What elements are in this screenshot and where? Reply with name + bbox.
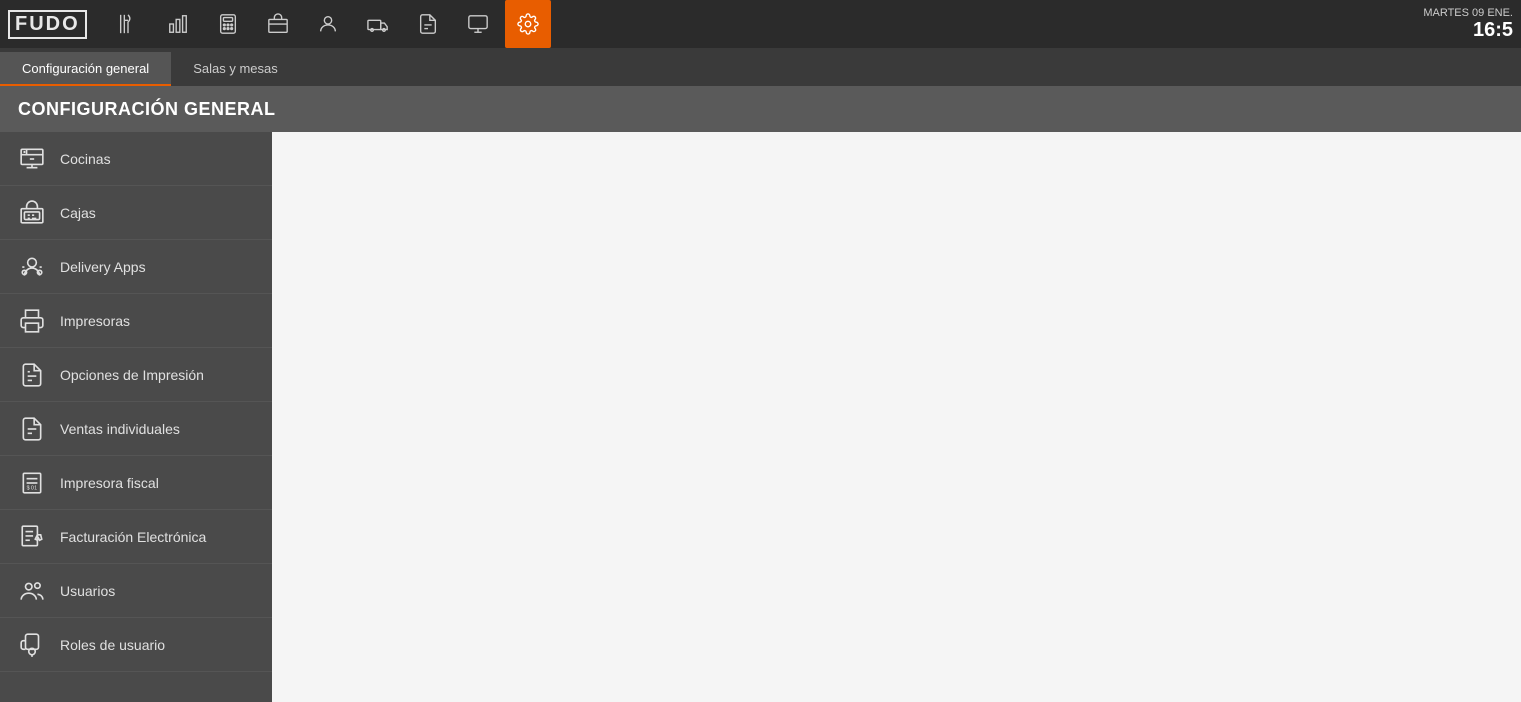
fiscal-printer-icon: $ 0 1 [18,469,46,497]
nav-products-btn[interactable] [255,0,301,48]
nav-calculator-btn[interactable] [205,0,251,48]
content-area [272,132,1521,702]
page-title: CONFIGURACIÓN GENERAL [18,99,276,120]
sidebar-item-label: Impresora fiscal [60,475,159,491]
tab-configuracion-general[interactable]: Configuración general [0,52,171,86]
sidebar-item-label: Facturación Electrónica [60,529,206,545]
clock: MARTES 09 ENE. 16:5 [1423,7,1513,41]
top-nav: FUDO [0,0,1521,48]
users-sidebar-icon [18,577,46,605]
printer-icon [18,307,46,335]
nav-monitor-btn[interactable] [455,0,501,48]
sidebar-item-label: Cocinas [60,151,111,167]
page-title-bar: CONFIGURACIÓN GENERAL [0,86,1521,132]
sidebar-item-label: Roles de usuario [60,637,165,653]
nav-icons [105,0,1424,48]
e-invoice-icon [18,523,46,551]
sidebar-item-cocinas[interactable]: Cocinas [0,132,272,186]
svg-text:1: 1 [34,485,37,491]
print-options-icon [18,361,46,389]
sidebar-item-impresora-fiscal[interactable]: $ 0 1 Impresora fiscal [0,456,272,510]
sidebar-item-label: Opciones de Impresión [60,367,204,383]
sidebar-item-cajas[interactable]: Cajas [0,186,272,240]
sidebar-item-ventas-individuales[interactable]: Ventas individuales [0,402,272,456]
roles-icon [18,631,46,659]
nav-reports-btn[interactable] [155,0,201,48]
nav-users-btn[interactable] [305,0,351,48]
nav-delivery-btn[interactable] [355,0,401,48]
sidebar-item-facturacion-electronica[interactable]: Facturación Electrónica [0,510,272,564]
sidebar-item-impresoras[interactable]: Impresoras [0,294,272,348]
sidebar: Cocinas Cajas [0,132,272,702]
sidebar-item-delivery-apps[interactable]: Delivery Apps [0,240,272,294]
sidebar-item-opciones-impresion[interactable]: Opciones de Impresión [0,348,272,402]
sidebar-item-label: Usuarios [60,583,115,599]
delivery-apps-icon [18,253,46,281]
individual-sales-icon [18,415,46,443]
sidebar-item-label: Cajas [60,205,96,221]
sidebar-item-usuarios[interactable]: Usuarios [0,564,272,618]
tab-salas-y-mesas[interactable]: Salas y mesas [171,52,300,86]
main-layout: Cocinas Cajas [0,132,1521,702]
sidebar-item-label: Delivery Apps [60,259,146,275]
nav-documents-btn[interactable] [405,0,451,48]
nav-settings-btn[interactable] [505,0,551,48]
cash-register-icon [18,199,46,227]
sidebar-item-label: Ventas individuales [60,421,180,437]
kitchen-icon [18,145,46,173]
sidebar-item-label: Impresoras [60,313,130,329]
app-logo: FUDO [8,10,87,39]
nav-menu-btn[interactable] [105,0,151,48]
tab-bar: Configuración general Salas y mesas [0,48,1521,86]
sidebar-item-roles-usuario[interactable]: Roles de usuario [0,618,272,672]
svg-text:$: $ [27,485,30,491]
